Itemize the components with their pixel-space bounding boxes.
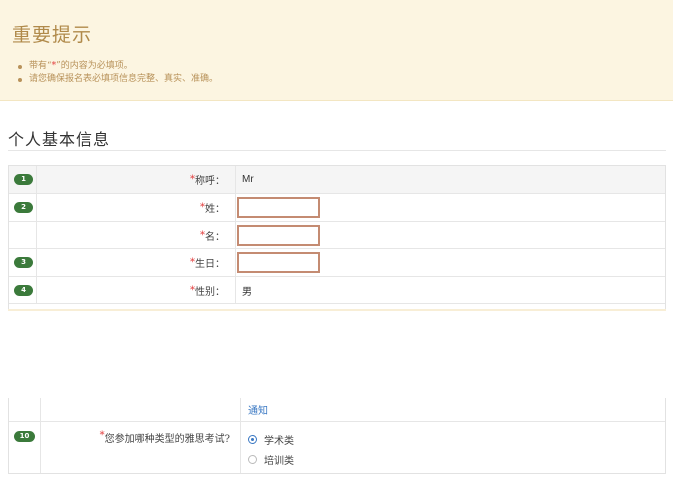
form-row-notice-link: 通知 — [9, 398, 665, 422]
notice-title: 重要提示 — [12, 24, 93, 46]
row-number-badge: 4 — [14, 285, 33, 296]
field-label-gender: * 性别： — [37, 277, 236, 303]
exam-info-table: 通知 10 * 您参加哪种类型的雅思考试? 学术类 培训类 — [8, 398, 666, 474]
notice-link[interactable]: 通知 — [248, 402, 268, 417]
form-row-birthday: 3 * 生日： — [9, 249, 665, 277]
notice-item-required: 带有“*”的内容为必填项。 — [18, 60, 218, 73]
row-number-badge: 1 — [14, 174, 33, 185]
birthday-input[interactable] — [237, 252, 320, 273]
given-name-input[interactable] — [237, 224, 320, 246]
row-number-badge: 10 — [14, 431, 35, 442]
row-number-badge: 2 — [14, 202, 33, 213]
field-label-salutation: * 称呼： — [37, 166, 236, 193]
field-label-given-name: * 名： — [37, 222, 236, 248]
table-cut-edge — [8, 309, 666, 311]
field-label-birthday: * 生日： — [37, 249, 236, 276]
form-row-given-name: * 名： — [9, 222, 665, 249]
form-row-salutation: 1 * 称呼： Mr — [9, 166, 665, 194]
radio-unselected-icon[interactable] — [248, 455, 257, 464]
radio-selected-icon[interactable] — [248, 435, 257, 444]
form-row-surname: 2 * 姓： — [9, 194, 665, 222]
notice-item-accuracy: 请您确保报名表必填项信息完整、真实、准确。 — [18, 73, 218, 86]
field-label-surname: * 姓： — [37, 194, 236, 221]
row-number-badge: 3 — [14, 257, 33, 268]
section-divider — [8, 150, 666, 151]
surname-input[interactable] — [237, 197, 320, 218]
important-notice-banner: 重要提示 带有“*”的内容为必填项。 请您确保报名表必填项信息完整、真实、准确。 — [0, 0, 673, 101]
radio-general-training[interactable]: 培训类 — [248, 452, 294, 467]
salutation-value[interactable]: Mr — [236, 166, 665, 193]
form-row-gender: 4 * 性别： 男 — [9, 277, 665, 304]
notice-list: 带有“*”的内容为必填项。 请您确保报名表必填项信息完整、真实、准确。 — [18, 60, 218, 86]
radio-academic[interactable]: 学术类 — [248, 432, 294, 447]
form-row-ielts-type: 10 * 您参加哪种类型的雅思考试? 学术类 培训类 — [9, 422, 665, 473]
section-title: 个人基本信息 — [8, 130, 111, 149]
gender-value[interactable]: 男 — [236, 277, 665, 303]
basic-info-table: 1 * 称呼： Mr 2 * 姓： * 名： 3 * 生日： 4 * 性别： 男 — [8, 165, 666, 311]
field-label-ielts-type: * 您参加哪种类型的雅思考试? — [41, 422, 241, 473]
ielts-type-radio-group: 学术类 培训类 — [248, 430, 294, 467]
